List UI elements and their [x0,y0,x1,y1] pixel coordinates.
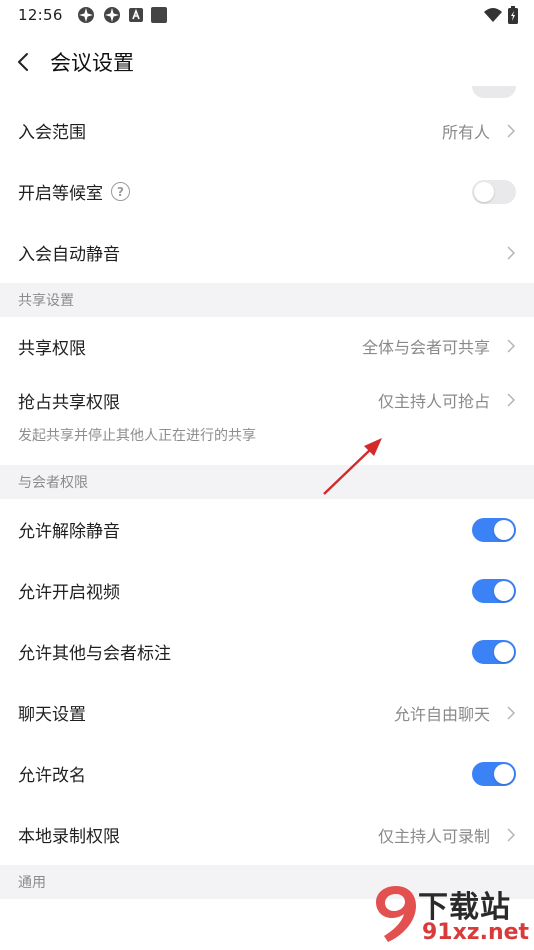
annotation-arrow [323,438,382,495]
toggle-knob [494,763,514,784]
section-header-share: 共享设置 [0,283,534,317]
wifi-icon [484,8,502,22]
settings-row-allow-unmute: 允许解除静音 [0,499,534,560]
watermark-logo [376,886,416,942]
grab-share-value: 仅主持人可抢占 [377,392,490,411]
toggle-knob [494,580,514,601]
toggle-knob [494,519,514,540]
settings-list: 入会范围 所有人 开启等候室 ? 入会自动静音 共享设置 共享权限 全体与会者可… [0,86,534,925]
allow-rename-label: 允许改名 [18,766,86,786]
a-icon [128,8,143,22]
watermark: 下载站 91xz.net [374,880,534,950]
status-notification-icons [77,6,167,24]
toggle-knob [474,181,494,202]
chevron-right-icon [507,393,516,407]
toggle-knob [494,641,514,662]
partial-toggle [472,86,516,98]
waiting-room-label: 开启等候室 [18,184,103,204]
chevron-right-icon [507,123,516,138]
allow-video-toggle[interactable] [472,578,516,603]
app-notification-icon [103,7,120,23]
settings-row-partial [0,86,534,100]
waiting-room-toggle[interactable] [472,179,516,204]
chevron-left-icon [18,53,28,71]
grab-share-description: 发起共享并停止其他人正在进行的共享 [18,428,256,444]
allow-annotate-toggle[interactable] [472,639,516,664]
page-title: 会议设置 [50,51,134,75]
allow-rename-toggle[interactable] [472,761,516,786]
allow-video-label: 允许开启视频 [18,583,120,603]
local-record-value: 仅主持人可录制 [377,826,490,846]
settings-row-grab-share[interactable]: 抢占共享权限 仅主持人可抢占 [0,375,534,425]
settings-row-share-permission[interactable]: 共享权限 全体与会者可共享 [0,317,534,375]
share-permission-label: 共享权限 [18,338,86,359]
status-system-icons [484,6,518,24]
allow-unmute-label: 允许解除静音 [18,522,120,542]
square-icon [150,7,167,23]
join-scope-label: 入会范围 [18,123,86,143]
chat-settings-label: 聊天设置 [18,705,86,725]
join-scope-value: 所有人 [441,122,490,142]
battery-icon [508,6,518,24]
settings-row-allow-video: 允许开启视频 [0,560,534,621]
settings-row-auto-mute[interactable]: 入会自动静音 [0,222,534,283]
allow-annotate-label: 允许其他与会者标注 [18,644,171,664]
status-bar: 12:56 [0,0,534,30]
watermark-site: 91xz.net [422,920,530,945]
local-record-label: 本地录制权限 [18,827,120,847]
chevron-right-icon [507,705,516,720]
settings-row-waiting-room: 开启等候室 ? [0,161,534,222]
settings-row-chat[interactable]: 聊天设置 允许自由聊天 [0,682,534,743]
section-header-participant: 与会者权限 [0,465,534,499]
back-button[interactable] [0,38,46,86]
settings-row-local-record[interactable]: 本地录制权限 仅主持人可录制 [0,804,534,865]
app-notification-icon [77,7,94,23]
nav-bar: 会议设置 [0,38,534,86]
auto-mute-label: 入会自动静音 [18,245,120,265]
chevron-right-icon [507,245,516,260]
settings-row-allow-rename: 允许改名 [0,743,534,804]
share-permission-value: 全体与会者可共享 [361,338,490,357]
help-icon[interactable]: ? [111,182,130,201]
settings-row-allow-annotate: 允许其他与会者标注 [0,621,534,682]
chevron-right-icon [507,339,516,353]
allow-unmute-toggle[interactable] [472,517,516,542]
settings-row-join-scope[interactable]: 入会范围 所有人 [0,100,534,161]
chevron-right-icon [507,827,516,842]
grab-share-label: 抢占共享权限 [18,392,120,413]
chat-settings-value: 允许自由聊天 [393,704,490,724]
status-time: 12:56 [18,6,63,24]
